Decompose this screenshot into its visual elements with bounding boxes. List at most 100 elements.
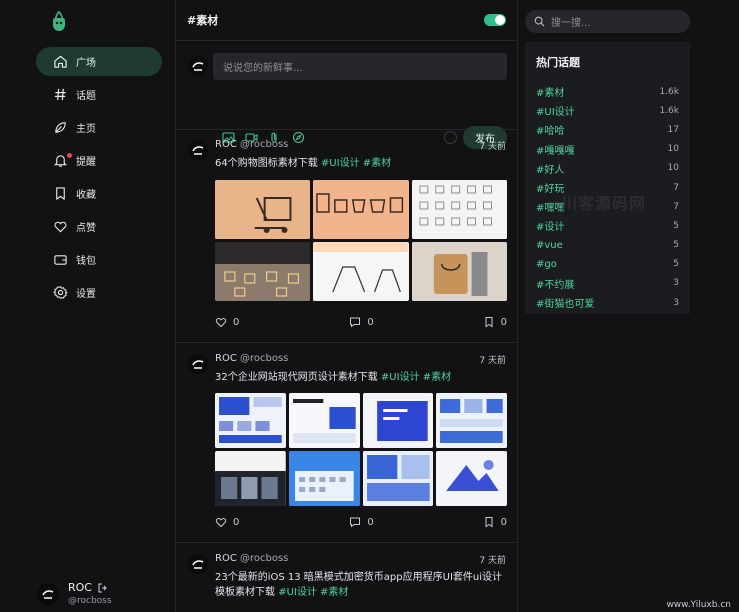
like-count: 0	[233, 516, 240, 528]
user-name: ROC	[68, 581, 92, 594]
like-button[interactable]: 0	[215, 316, 239, 328]
site-watermark: www.Yiluxb.cn	[666, 600, 731, 610]
topic-item[interactable]: #vue 5	[536, 236, 679, 255]
nav-label: 点赞	[76, 223, 96, 234]
post-image[interactable]	[215, 393, 286, 448]
nav-item-topics[interactable]: 话题	[36, 80, 162, 109]
main-nav: 广场 话题 主页 提醒 收藏 点赞 钱包 设置	[36, 47, 162, 311]
current-user[interactable]: ROC @rocboss	[37, 581, 112, 606]
topic-item[interactable]: #好人 10	[536, 159, 679, 178]
post-image[interactable]	[215, 451, 286, 506]
logout-icon[interactable]	[98, 583, 108, 593]
hot-topics-card: 热门话题 #素材 1.6k #UI设计 1.6k #哈哈 17 #嘎嘎嘎 10 #好人 1…	[525, 42, 690, 314]
nav-item-settings[interactable]: 设置	[36, 278, 162, 307]
post-header: ROC @rocboss 7 天前	[215, 353, 506, 366]
post-author[interactable]: ROC @rocboss	[215, 139, 288, 152]
feed-header: #素材	[176, 0, 517, 41]
topic-item[interactable]: #UI设计 1.6k	[536, 101, 679, 120]
bookmark-icon	[52, 186, 68, 202]
post-time: 7 天前	[479, 356, 506, 366]
avatar	[188, 56, 208, 76]
nav-label: 钱包	[76, 256, 96, 267]
nav-label: 提醒	[76, 157, 96, 168]
post-image[interactable]	[288, 393, 360, 448]
post-author[interactable]: ROC @rocboss	[215, 553, 288, 566]
post-author[interactable]: ROC @rocboss	[215, 353, 288, 366]
tag-link[interactable]: #素材	[320, 587, 348, 598]
comment-count: 0	[367, 516, 374, 528]
leaf-icon	[52, 120, 68, 136]
toggle-knob	[495, 15, 505, 25]
app-logo[interactable]	[47, 10, 71, 34]
post-card[interactable]: ROC @rocboss 7 天前 64个购物图标素材下载 #UI设计 #素材	[176, 128, 517, 343]
post-actions: 0 0 0	[215, 516, 507, 528]
app-root: 广场 话题 主页 提醒 收藏 点赞 钱包 设置 ROC @rocboss #素材…	[0, 0, 739, 612]
settings-icon	[52, 285, 68, 301]
avatar[interactable]	[188, 354, 208, 374]
post-image[interactable]	[313, 180, 409, 239]
nav-item-likes[interactable]: 点赞	[36, 212, 162, 241]
post-time: 7 天前	[479, 556, 506, 566]
topic-item[interactable]: #素材 1.6k	[536, 82, 679, 101]
tag-link[interactable]: #UI设计	[321, 158, 360, 169]
post-image[interactable]	[436, 451, 507, 506]
post-image[interactable]	[411, 242, 507, 301]
main-feed: #素材 说说您的新鲜事... 发布 ROC @rocboss 7 天前 64个购…	[175, 0, 518, 612]
avatar[interactable]	[188, 140, 208, 160]
tag-link[interactable]: #素材	[423, 372, 451, 383]
hash-icon	[52, 87, 68, 103]
collect-button[interactable]: 0	[483, 316, 507, 328]
post-composer: 说说您的新鲜事... 发布	[176, 41, 517, 149]
composer-input[interactable]: 说说您的新鲜事...	[213, 53, 507, 80]
topic-item[interactable]: #设计 5	[536, 216, 679, 235]
heart-icon	[215, 318, 227, 328]
search-placeholder: 搜一搜...	[551, 18, 591, 29]
collect-button[interactable]: 0	[483, 516, 507, 528]
comment-icon	[350, 317, 361, 328]
nav-item-wallet[interactable]: 钱包	[36, 245, 162, 274]
nav-item-notifications[interactable]: 提醒	[36, 146, 162, 175]
nav-item-square[interactable]: 广场	[36, 47, 162, 76]
post-content: 23个最新的iOS 13 暗黑模式加密货币app应用程序UI套件ui设计模板素材…	[215, 572, 503, 598]
post-image[interactable]	[436, 393, 507, 448]
left-sidebar: 广场 话题 主页 提醒 收藏 点赞 钱包 设置 ROC @rocboss	[0, 0, 175, 612]
post-image[interactable]	[411, 180, 507, 239]
home-icon	[52, 54, 68, 70]
collect-count: 0	[500, 516, 507, 528]
comment-button[interactable]: 0	[349, 516, 374, 528]
topic-item[interactable]: #街猫也可爱 3	[536, 293, 679, 312]
post-image[interactable]	[215, 180, 311, 239]
nav-item-favorites[interactable]: 收藏	[36, 179, 162, 208]
post-actions: 0 0 0	[215, 316, 507, 328]
like-button[interactable]: 0	[215, 516, 239, 528]
page-title: #素材	[187, 14, 219, 27]
post-card[interactable]: ROC @rocboss 7 天前 23个最新的iOS 13 暗黑模式加密货币a…	[176, 542, 517, 612]
post-image[interactable]	[215, 242, 311, 301]
topic-item[interactable]: #嘎嘎嘎 10	[536, 140, 679, 159]
right-panel: 搜一搜... 热门话题 #素材 1.6k #UI设计 1.6k #哈哈 17 #嘎嘎嘎…	[518, 0, 739, 612]
collect-count: 0	[500, 316, 507, 328]
post-image[interactable]	[313, 242, 409, 301]
avatar[interactable]	[188, 554, 208, 574]
comment-button[interactable]: 0	[349, 316, 374, 328]
search-input[interactable]: 搜一搜...	[525, 10, 690, 33]
search-icon	[534, 16, 545, 27]
tag-link[interactable]: #UI设计	[278, 587, 317, 598]
comment-icon	[350, 517, 361, 528]
post-image[interactable]	[362, 393, 434, 448]
post-card[interactable]: ROC @rocboss 7 天前 32个企业网站现代网页设计素材下载 #UI设…	[176, 342, 517, 543]
post-image[interactable]	[288, 451, 360, 506]
nav-label: 设置	[76, 289, 96, 300]
topic-item[interactable]: #不约展 3	[536, 274, 679, 293]
tag-link[interactable]: #UI设计	[381, 372, 420, 383]
watermark: 川客源码网	[561, 194, 647, 213]
post-image[interactable]	[362, 451, 434, 506]
nav-item-home[interactable]: 主页	[36, 113, 162, 142]
tag-link[interactable]: #素材	[363, 158, 391, 169]
notification-badge	[67, 153, 72, 158]
theme-toggle[interactable]	[484, 14, 506, 26]
topic-item[interactable]: #哈哈 17	[536, 120, 679, 139]
comment-count: 0	[367, 316, 374, 328]
topic-item[interactable]: #go 5	[536, 255, 679, 274]
post-header: ROC @rocboss 7 天前	[215, 139, 506, 152]
